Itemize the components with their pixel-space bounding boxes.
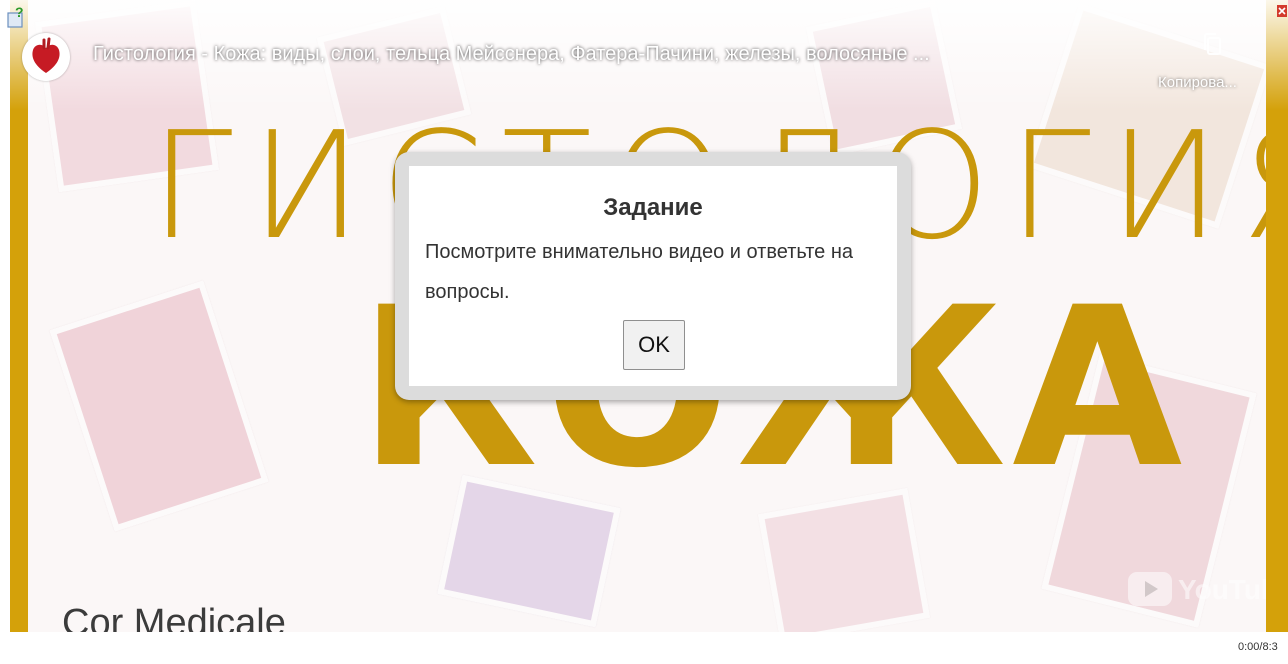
help-icon[interactable]: ? [6, 4, 30, 30]
video-title-link[interactable]: Гистология - Кожа: виды, слои, тельца Ме… [93, 43, 930, 66]
copy-icon [1204, 33, 1221, 55]
dialog-title: Задание [603, 194, 703, 221]
youtube-label: YouTube [1178, 574, 1266, 605]
copy-link-button[interactable]: Копирова... [1158, 26, 1258, 96]
dialog-message: Посмотрите внимательно видео и ответьте … [425, 241, 853, 303]
copy-link-label: Копирова... [1158, 74, 1237, 91]
time-counter: 0:00/8:3 [1238, 641, 1278, 653]
youtube-logo-icon[interactable]: YouTube [1126, 568, 1266, 610]
heart-icon [32, 37, 60, 73]
dialog-body: Задание Посмотрите внимательно видео и о… [409, 166, 897, 386]
channel-avatar[interactable] [22, 33, 70, 81]
close-icon[interactable] [1276, 4, 1288, 20]
ok-button[interactable]: OK [623, 320, 685, 370]
svg-text:?: ? [15, 4, 24, 20]
video-progress-row: 0:00/8:3 [0, 632, 1288, 664]
histology-slide-image [49, 280, 269, 532]
brand-logo-text: Cor Medicale [62, 602, 286, 632]
task-dialog: Задание Посмотрите внимательно видео и о… [395, 152, 911, 400]
